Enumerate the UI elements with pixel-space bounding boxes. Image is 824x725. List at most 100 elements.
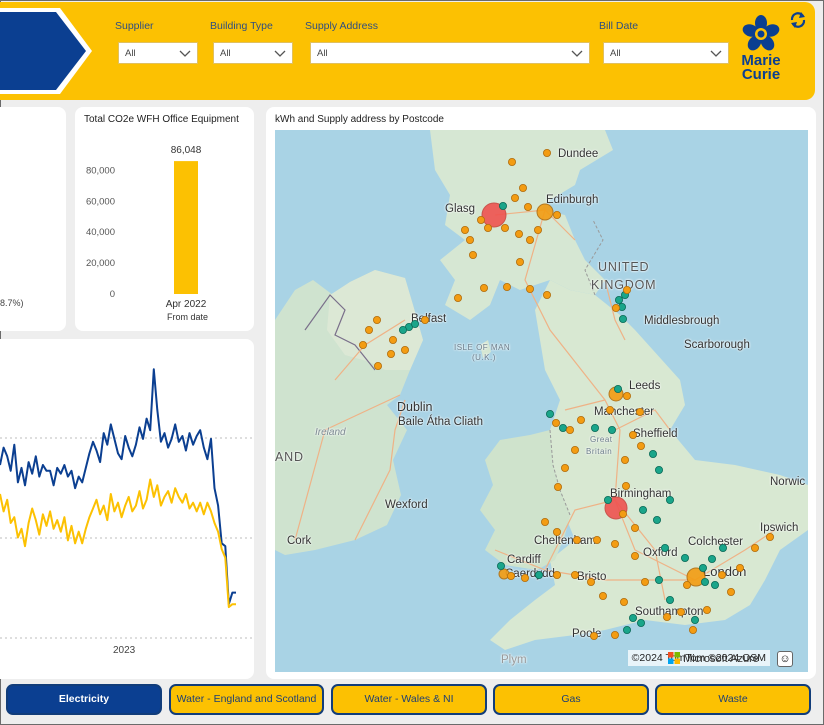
map-marker[interactable] xyxy=(552,527,561,536)
map-marker[interactable] xyxy=(479,283,488,292)
map-marker[interactable] xyxy=(702,605,711,614)
line-series-0[interactable] xyxy=(0,368,236,606)
map-marker[interactable] xyxy=(560,463,569,472)
map-marker[interactable] xyxy=(640,577,649,586)
map-marker[interactable] xyxy=(523,203,532,212)
map-marker[interactable] xyxy=(665,595,674,604)
tab-waste[interactable]: Waste xyxy=(655,684,811,715)
map-marker[interactable] xyxy=(570,445,579,454)
line-series-1[interactable] xyxy=(0,478,236,609)
map-marker[interactable] xyxy=(610,539,619,548)
map-marker[interactable] xyxy=(636,441,645,450)
marker-edinburgh[interactable] xyxy=(536,203,554,221)
map-marker[interactable] xyxy=(506,571,515,580)
map-marker[interactable] xyxy=(618,509,627,518)
map-marker[interactable] xyxy=(613,384,622,393)
map-marker[interactable] xyxy=(399,325,408,334)
map-marker[interactable] xyxy=(534,570,543,579)
postcode-map[interactable]: Dundee Glasg Edinburgh UNITED KINGDOM Be… xyxy=(275,130,808,672)
map-marker[interactable] xyxy=(698,563,707,572)
map-marker[interactable] xyxy=(648,449,657,458)
co2-bar[interactable] xyxy=(174,161,198,294)
supply-address-dropdown[interactable]: All xyxy=(310,42,590,64)
map-marker[interactable] xyxy=(765,532,774,541)
map-marker[interactable] xyxy=(476,216,485,225)
map-marker[interactable] xyxy=(710,580,719,589)
map-marker[interactable] xyxy=(622,391,631,400)
map-marker[interactable] xyxy=(590,423,599,432)
map-marker[interactable] xyxy=(460,226,469,235)
map-marker[interactable] xyxy=(665,495,674,504)
map-marker[interactable] xyxy=(750,543,759,552)
map-marker[interactable] xyxy=(676,607,685,616)
map-marker[interactable] xyxy=(565,425,574,434)
map-marker[interactable] xyxy=(552,211,561,220)
map-marker[interactable] xyxy=(628,613,637,622)
map-marker[interactable] xyxy=(735,563,744,572)
map-marker[interactable] xyxy=(622,285,631,294)
map-marker[interactable] xyxy=(718,543,727,552)
map-marker[interactable] xyxy=(682,580,691,589)
map-marker[interactable] xyxy=(618,314,627,323)
map-marker[interactable] xyxy=(607,425,616,434)
tab-water-england-scotland[interactable]: Water - England and Scotland xyxy=(169,684,324,715)
map-marker[interactable] xyxy=(359,340,368,349)
map-marker[interactable] xyxy=(553,482,562,491)
map-marker[interactable] xyxy=(611,303,620,312)
map-marker[interactable] xyxy=(542,290,551,299)
map-marker[interactable] xyxy=(552,570,561,579)
map-marker[interactable] xyxy=(717,570,726,579)
map-marker[interactable] xyxy=(500,224,509,233)
map-marker[interactable] xyxy=(520,573,529,582)
map-marker[interactable] xyxy=(726,587,735,596)
map-marker[interactable] xyxy=(533,226,542,235)
map-marker[interactable] xyxy=(630,523,639,532)
map-marker[interactable] xyxy=(619,597,628,606)
map-marker[interactable] xyxy=(540,517,549,526)
map-marker[interactable] xyxy=(662,612,671,621)
map-marker[interactable] xyxy=(483,224,492,233)
tab-electricity[interactable]: Electricity xyxy=(6,684,162,715)
map-marker[interactable] xyxy=(707,554,716,563)
map-marker[interactable] xyxy=(700,577,709,586)
refresh-icon[interactable] xyxy=(789,11,807,29)
map-marker[interactable] xyxy=(507,157,516,166)
map-marker[interactable] xyxy=(542,148,551,157)
map-marker[interactable] xyxy=(465,236,474,245)
map-marker[interactable] xyxy=(621,481,630,490)
map-marker[interactable] xyxy=(453,293,462,302)
map-marker[interactable] xyxy=(387,349,396,358)
map-marker[interactable] xyxy=(652,515,661,524)
map-marker[interactable] xyxy=(614,295,623,304)
map-marker[interactable] xyxy=(654,465,663,474)
map-marker[interactable] xyxy=(558,423,567,432)
map-marker[interactable] xyxy=(586,577,595,586)
map-marker[interactable] xyxy=(628,430,637,439)
supplier-dropdown[interactable]: All xyxy=(118,42,198,64)
map-marker[interactable] xyxy=(401,345,410,354)
map-marker[interactable] xyxy=(545,409,554,418)
map-marker[interactable] xyxy=(630,551,639,560)
map-marker[interactable] xyxy=(510,194,519,203)
map-marker[interactable] xyxy=(496,561,505,570)
map-marker[interactable] xyxy=(373,315,382,324)
map-marker[interactable] xyxy=(636,618,645,627)
map-marker[interactable] xyxy=(680,553,689,562)
map-marker[interactable] xyxy=(592,535,601,544)
map-marker[interactable] xyxy=(688,625,697,634)
map-marker[interactable] xyxy=(365,325,374,334)
tab-gas[interactable]: Gas xyxy=(493,684,649,715)
map-marker[interactable] xyxy=(610,630,619,639)
map-marker[interactable] xyxy=(551,418,560,427)
map-marker[interactable] xyxy=(603,495,612,504)
map-marker[interactable] xyxy=(518,184,527,193)
map-marker[interactable] xyxy=(576,415,585,424)
map-marker[interactable] xyxy=(515,257,524,266)
map-marker[interactable] xyxy=(589,631,598,640)
map-marker[interactable] xyxy=(374,361,383,370)
map-marker[interactable] xyxy=(638,505,647,514)
map-marker[interactable] xyxy=(410,319,419,328)
map-marker[interactable] xyxy=(654,575,663,584)
building-type-dropdown[interactable]: All xyxy=(213,42,293,64)
map-marker[interactable] xyxy=(525,284,534,293)
